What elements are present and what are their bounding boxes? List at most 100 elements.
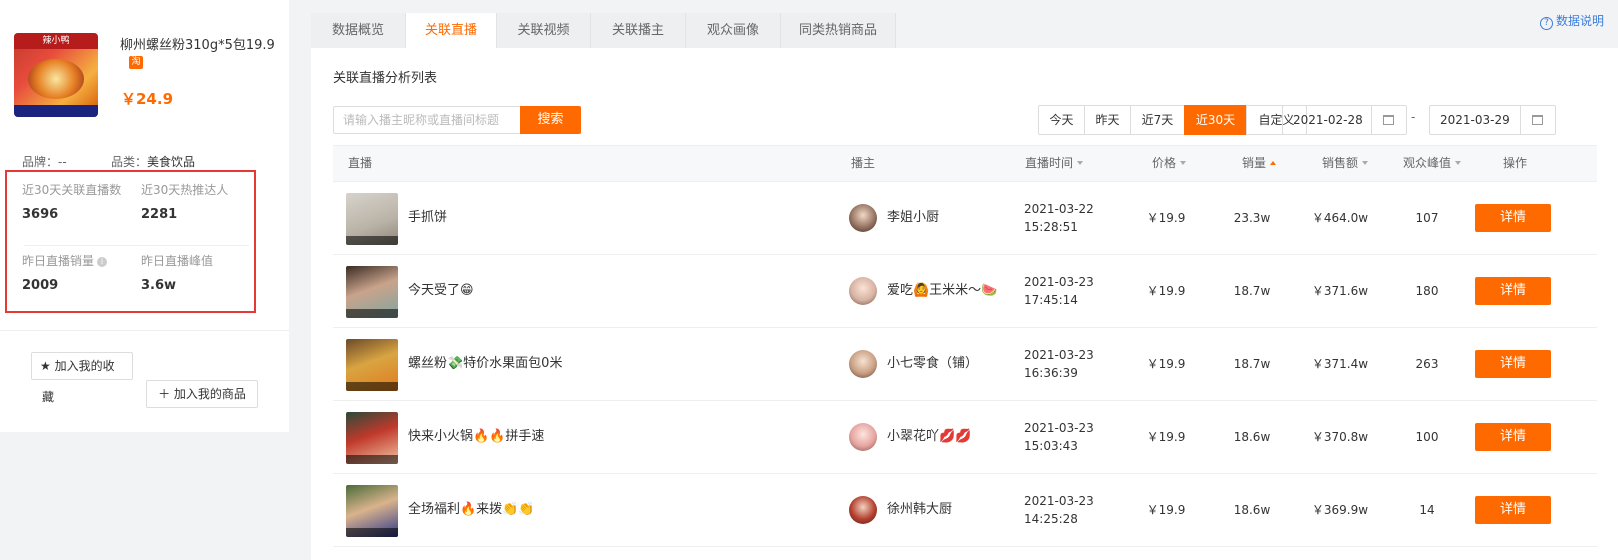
anchor-name[interactable]: 小七零食（铺） [887, 328, 978, 400]
tab-related-anchor[interactable]: 关联播主 [591, 13, 686, 48]
col-sales[interactable]: 销量 [1242, 146, 1277, 181]
stats-divider [24, 245, 249, 246]
anchor-name[interactable]: 李姐小厨 [887, 182, 939, 254]
add-favorite-label-wrap: 藏 [42, 390, 55, 404]
yesterday-peak-label: 昨日直播峰值 [141, 254, 214, 268]
live-time: 2021-03-23 16:36:39 [1024, 346, 1094, 382]
product-title[interactable]: 柳州螺丝粉310g*5包19.9 [120, 34, 275, 53]
brand-label: 品牌： [22, 155, 59, 169]
tab-related-live[interactable]: 关联直播 [406, 13, 497, 48]
revenue-cell: ￥369.9w [1311, 503, 1369, 517]
peak-cell: 107 [1415, 211, 1439, 225]
col-revenue-label: 销售额 [1322, 156, 1359, 170]
list-title: 关联直播分析列表 [333, 71, 438, 86]
add-product-label: 加入我的商品 [173, 387, 246, 401]
anchor-name[interactable]: 徐州韩大厨 [887, 474, 952, 546]
calendar-icon [1532, 115, 1543, 125]
detail-button[interactable]: 详情 [1475, 496, 1551, 524]
range-7days[interactable]: 近7天 [1130, 105, 1185, 135]
search-input[interactable] [333, 106, 520, 134]
table-row: 今天受了😁 爱吃🙆王米米～🍉 2021-03-23 17:45:14 ￥19.9 … [333, 255, 1597, 328]
avatar[interactable] [849, 277, 877, 305]
detail-button[interactable]: 详情 [1475, 423, 1551, 451]
sales-cell: 18.6w [1233, 503, 1271, 517]
add-favorite-label: 加入我的收 [54, 359, 115, 373]
live-time: 2021-03-22 15:28:51 [1024, 200, 1094, 236]
col-revenue[interactable]: 销售额 [1322, 146, 1369, 181]
col-peak[interactable]: 观众峰值 [1403, 146, 1462, 181]
avatar[interactable] [849, 496, 877, 524]
brand-meta: 品牌：-- [22, 153, 67, 170]
revenue-cell: ￥464.0w [1311, 211, 1369, 225]
panel-divider [0, 330, 289, 331]
revenue-cell: ￥371.6w [1311, 284, 1369, 298]
add-product-button[interactable]: ＋ 加入我的商品 [146, 380, 258, 408]
search-button[interactable]: 搜索 [520, 106, 581, 134]
sort-down-icon [1455, 161, 1462, 165]
col-peak-label: 观众峰值 [1403, 156, 1452, 170]
product-image[interactable]: 辣小鸭 [14, 33, 98, 117]
yesterday-peak-value: 3.6w [141, 278, 177, 293]
live-clock: 15:28:51 [1024, 220, 1078, 234]
live-title[interactable]: 手抓饼 [408, 182, 447, 254]
detail-button[interactable]: 详情 [1475, 204, 1551, 232]
table-header: 直播 播主 直播时间 价格 销量 销售额 观众峰值 操作 [333, 145, 1597, 182]
category-value: 美食饮品 [147, 155, 196, 169]
hot-anchors-value: 2281 [141, 207, 178, 222]
table-row: 全场福利🔥来拨👏👏 徐州韩大厨 2021-03-23 14:25:28 ￥19.9… [333, 474, 1597, 547]
table-row: 螺丝粉💸特价水果面包0米 小七零食（铺） 2021-03-23 16:36:39 … [333, 328, 1597, 401]
anchor-name[interactable]: 小翠花吖💋💋 [887, 401, 971, 473]
product-panel: 辣小鸭 柳州螺丝粉310g*5包19.9 淘 ￥24.9 品牌：-- 品类：美食… [0, 0, 289, 432]
live-date: 2021-03-23 [1024, 348, 1094, 362]
tab-overview[interactable]: 数据概览 [311, 13, 406, 48]
anchor-name[interactable]: 爱吃🙆王米米～🍉 [887, 255, 997, 327]
product-price: ￥24.9 [121, 90, 174, 108]
live-time: 2021-03-23 15:03:43 [1024, 419, 1094, 455]
stats-highlight-box: 近30天关联直播数 3696 近30天热推达人 2281 昨日直播销量 i 200… [5, 170, 256, 313]
live-title[interactable]: 今天受了😁 [408, 255, 474, 327]
add-favorite-button[interactable]: ★ 加入我的收 [31, 352, 133, 380]
tab-audience[interactable]: 观众画像 [686, 13, 781, 48]
live-thumbnail[interactable] [346, 193, 398, 245]
live-thumbnail[interactable] [346, 266, 398, 318]
thumbnail-caption [346, 528, 398, 537]
detail-button[interactable]: 详情 [1475, 277, 1551, 305]
table-row: 手抓饼 李姐小厨 2021-03-22 15:28:51 ￥19.9 23.3w … [333, 182, 1597, 255]
calendar-icon-start-wrap [1371, 106, 1406, 134]
range-yesterday[interactable]: 昨天 [1084, 105, 1131, 135]
detail-button[interactable]: 详情 [1475, 350, 1551, 378]
sales-cell: 18.7w [1233, 284, 1271, 298]
live-time: 2021-03-23 14:25:28 [1024, 492, 1094, 528]
calendar-icon [1383, 115, 1394, 125]
main-panel: 关联直播分析列表 搜索 今天 昨天 近7天 近30天 自定义 2021-02-2… [311, 48, 1618, 560]
avatar[interactable] [849, 204, 877, 232]
col-time[interactable]: 直播时间 [1025, 146, 1084, 181]
range-30days[interactable]: 近30天 [1184, 105, 1247, 135]
col-anchor: 播主 [851, 156, 876, 170]
info-icon[interactable]: i [97, 257, 108, 267]
date-end-value: 2021-03-29 [1440, 113, 1510, 127]
live-title[interactable]: 快来小火锅🔥🔥拼手速 [408, 401, 544, 473]
tab-similar-products[interactable]: 同类热销商品 [781, 13, 896, 48]
date-end-picker[interactable]: 2021-03-29 [1429, 105, 1556, 135]
live-thumbnail[interactable] [346, 485, 398, 537]
yesterday-sales-label: 昨日直播销量 i [22, 252, 108, 269]
data-note-link[interactable]: ? 数据说明 [1539, 12, 1604, 30]
tab-related-video[interactable]: 关联视频 [497, 13, 591, 48]
live-thumbnail[interactable] [346, 412, 398, 464]
live-date: 2021-03-23 [1024, 275, 1094, 289]
col-action: 操作 [1503, 156, 1528, 170]
date-start-picker[interactable]: 2021-02-28 [1282, 105, 1407, 135]
avatar[interactable] [849, 423, 877, 451]
live-thumbnail[interactable] [346, 339, 398, 391]
live-title[interactable]: 螺丝粉💸特价水果面包0米 [408, 328, 562, 400]
live-clock: 14:25:28 [1024, 512, 1078, 526]
avatar[interactable] [849, 350, 877, 378]
range-today[interactable]: 今天 [1038, 105, 1085, 135]
live-count-label: 近30天关联直播数 [22, 183, 122, 197]
col-price[interactable]: 价格 [1152, 146, 1187, 181]
thumbnail-caption [346, 382, 398, 391]
sort-down-icon [1362, 161, 1369, 165]
live-clock: 16:36:39 [1024, 366, 1078, 380]
live-title[interactable]: 全场福利🔥来拨👏👏 [408, 474, 535, 546]
